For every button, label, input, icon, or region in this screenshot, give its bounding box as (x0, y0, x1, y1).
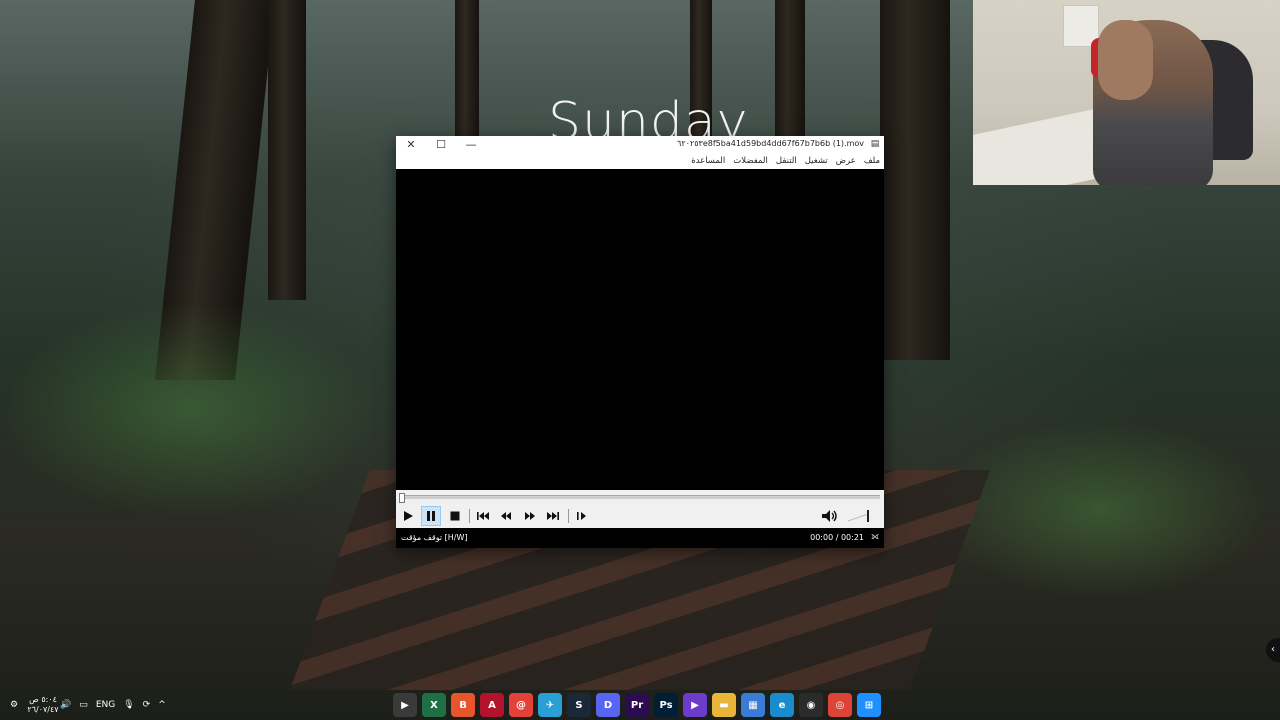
fast-forward-button[interactable] (520, 506, 540, 526)
rewind-button[interactable] (496, 506, 516, 526)
file-explorer-icon[interactable]: ▬ (712, 693, 736, 717)
separator (469, 509, 470, 523)
stop-button[interactable] (445, 506, 465, 526)
acrobat-icon[interactable]: A (480, 693, 504, 717)
play-button[interactable] (398, 506, 418, 526)
premiere-icon[interactable]: Pr (625, 693, 649, 717)
telegram-icon[interactable]: ✈ (538, 693, 562, 717)
fern (0, 300, 380, 520)
excel-icon[interactable]: X (422, 693, 446, 717)
stop-icon (450, 511, 460, 521)
skip-forward-icon (547, 512, 559, 520)
fast-forward-icon (525, 512, 535, 520)
frame-step-button[interactable] (572, 506, 592, 526)
audio-switch-icon[interactable]: ⟗ (871, 532, 879, 542)
maximize-button[interactable]: ☐ (426, 136, 456, 154)
seek-track (400, 495, 880, 499)
time-display: 00:00 / 00:21 (810, 533, 864, 542)
mpc-icon[interactable]: ▶ (393, 693, 417, 717)
menu-play[interactable]: تشغيل (805, 154, 828, 169)
desk (973, 105, 1113, 185)
raised-hand (1098, 20, 1153, 100)
clock-time: ٥:٠٤ ص (29, 695, 57, 704)
volume-icon[interactable]: 🔊 (60, 700, 71, 710)
mute-button[interactable] (820, 506, 840, 526)
microphone-icon[interactable]: 🎙 (123, 700, 134, 710)
close-button[interactable]: ✕ (396, 136, 426, 154)
menu-bar: ملف عرض تشغيل التنقل المفضلات المساعدة (396, 154, 884, 169)
chrome-icon[interactable]: ◎ (828, 693, 852, 717)
pause-button[interactable] (421, 506, 441, 526)
menu-navigate[interactable]: التنقل (776, 154, 797, 169)
settings-icon[interactable]: ⚙ (10, 700, 18, 710)
chevron-up-icon[interactable]: ^ (158, 700, 166, 710)
tree-trunk (455, 0, 479, 140)
window-title: ٦٢٠٢٥٣e8f5ba41d59bd4dd67f67b7b6b (1).mov (677, 139, 864, 148)
menu-help[interactable]: المساعدة (691, 154, 725, 169)
taskbar: ⚙ 🔊 ▭ ENG 🎙 ⟳ ^ ٥:٠٤ ص ٢٦/٠٧/٤٧ ▶ X B A @ ✈ S D… (0, 690, 1280, 720)
clock-date: ٢٦/٠٧/٤٧ (27, 705, 59, 714)
video-editor-icon[interactable]: ▶ (683, 693, 707, 717)
menu-view[interactable]: عرض (836, 154, 856, 169)
start-icon[interactable]: ⊞ (857, 693, 881, 717)
tree-trunk (880, 0, 950, 360)
rewind-icon (501, 512, 511, 520)
clock[interactable]: ٥:٠٤ ص ٢٦/٠٧/٤٧ (25, 695, 61, 715)
obs-icon[interactable]: ◉ (799, 693, 823, 717)
skip-back-icon (477, 512, 489, 520)
display-icon[interactable]: ▭ (79, 700, 88, 710)
pinned-apps: ▶ X B A @ ✈ S D Pr Ps ▶ ▬ ▦ e ◉ ◎ ⊞ (393, 693, 881, 717)
speaker-icon (822, 510, 837, 522)
play-icon (404, 511, 413, 521)
frame-step-icon (577, 512, 586, 520)
steam-icon[interactable]: S (567, 693, 591, 717)
film-icon: ▤ (870, 139, 880, 149)
control-bar (396, 504, 884, 528)
menu-file[interactable]: ملف (864, 154, 880, 169)
chevron-left-icon[interactable]: ‹ (1266, 638, 1280, 662)
separator (568, 509, 569, 523)
store-icon[interactable]: ▦ (741, 693, 765, 717)
title-bar[interactable]: ✕ ☐ — ٦٢٠٢٥٣e8f5ba41d59bd4dd67f67b7b6b (… (396, 136, 884, 154)
next-button[interactable] (543, 506, 563, 526)
volume-slider[interactable] (848, 510, 874, 522)
app-red-icon[interactable]: @ (509, 693, 533, 717)
minimize-button[interactable]: — (456, 136, 486, 154)
edge-icon[interactable]: e (770, 693, 794, 717)
seek-thumb[interactable] (399, 493, 405, 503)
photoshop-icon[interactable]: Ps (654, 693, 678, 717)
fern (930, 420, 1270, 600)
status-bar: توقف مؤقت [H/W] 00:00 / 00:21 ⟗ (396, 528, 884, 548)
language-indicator[interactable]: ENG (96, 700, 115, 710)
sync-icon[interactable]: ⟳ (143, 700, 151, 710)
previous-button[interactable] (473, 506, 493, 526)
pause-icon (427, 511, 435, 521)
video-area[interactable] (396, 169, 884, 490)
brave-icon[interactable]: B (451, 693, 475, 717)
media-player-window: ✕ ☐ — ٦٢٠٢٥٣e8f5ba41d59bd4dd67f67b7b6b (… (396, 136, 884, 548)
tree-trunk (268, 0, 306, 300)
menu-favorites[interactable]: المفضلات (733, 154, 768, 169)
discord-icon[interactable]: D (596, 693, 620, 717)
tree-trunk (775, 0, 805, 140)
playback-status: توقف مؤقت [H/W] (401, 533, 468, 542)
webcam-overlay (973, 0, 1280, 185)
